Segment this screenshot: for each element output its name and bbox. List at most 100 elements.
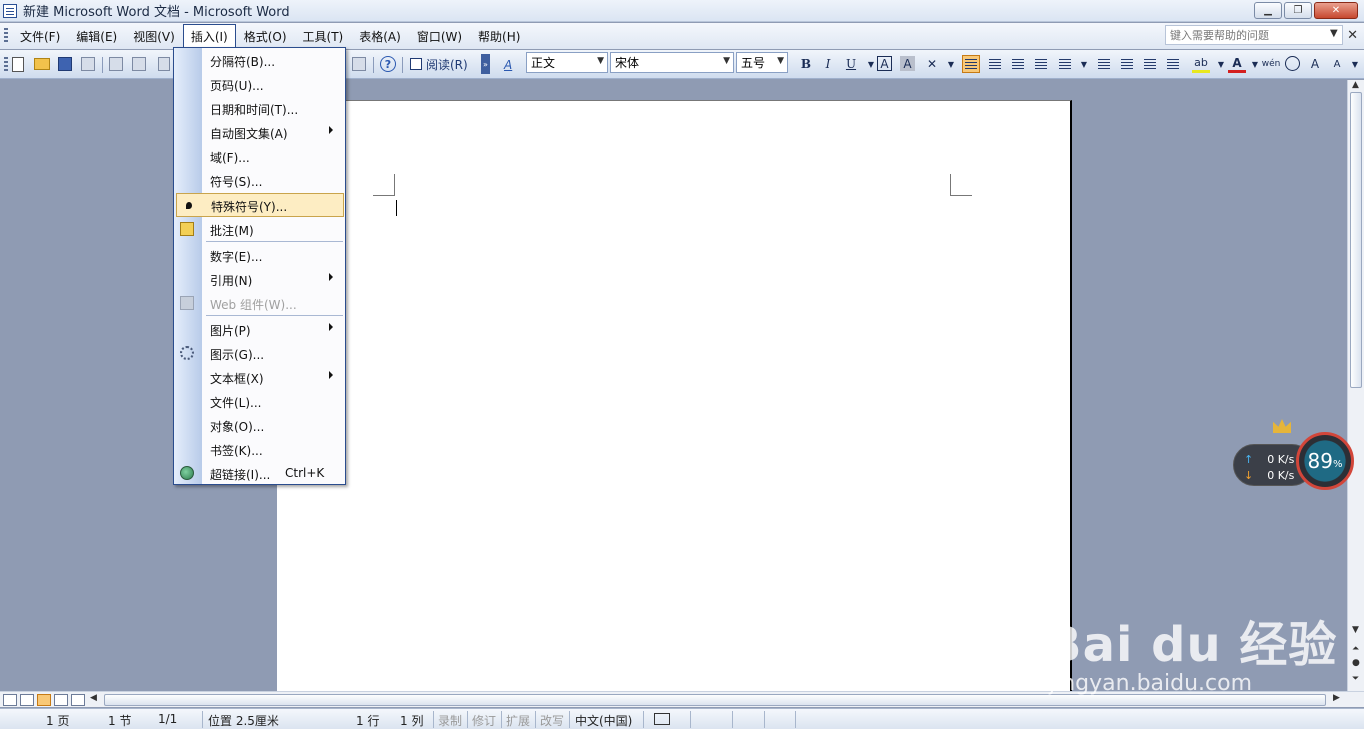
menu-view[interactable]: 视图(V) [125,24,183,49]
line-spacing-button[interactable] [1056,55,1074,73]
style-dropdown-arrow-icon[interactable]: ▼ [597,56,604,66]
permission-icon[interactable] [81,57,95,71]
char-shading-button[interactable]: A [900,56,915,71]
menu-item-object[interactable]: 对象(O)... [174,413,345,437]
read-mode-button[interactable]: 阅读(R) [426,55,468,74]
menu-item-field[interactable]: 域(F)... [174,144,345,168]
outline-view-icon[interactable] [54,693,68,706]
menu-item-comment[interactable]: 批注(M) [174,217,345,241]
line-spacing-dropdown-arrow-icon[interactable]: ▼ [1075,55,1093,73]
align-left-button[interactable] [962,55,980,73]
memory-usage-gauge[interactable]: 89% [1296,432,1354,490]
align-center-button[interactable] [986,55,1004,73]
font-size-dropdown-arrow-icon[interactable]: ▼ [777,56,784,66]
help-dropdown-arrow-icon[interactable]: ▼ [1330,28,1338,39]
menu-item-autotext[interactable]: 自动图文集(A) [174,120,345,144]
menu-edit[interactable]: 编辑(E) [68,24,125,49]
previous-page-icon[interactable]: ⏶ [1352,644,1359,654]
spelling-status-icon[interactable] [654,713,670,725]
grow-font-button[interactable]: A [1306,55,1324,73]
maximize-button[interactable]: ❐ [1284,2,1312,19]
enclose-char-icon[interactable] [1285,56,1300,71]
menu-item-bookmark[interactable]: 书签(K)... [174,437,345,461]
menu-format[interactable]: 格式(O) [236,24,295,49]
align-right-button[interactable] [1009,55,1027,73]
menu-item-picture[interactable]: 图片(P) [174,317,345,341]
char-scale-dropdown-arrow-icon[interactable]: ▼ [942,55,960,73]
web-view-icon[interactable] [20,693,34,706]
toolbar-overflow-icon[interactable]: ▼ [1350,55,1360,73]
insert-table-icon[interactable] [352,57,366,71]
numbering-button[interactable] [1095,55,1113,73]
style-combo[interactable]: 正文 ▼ [526,52,608,73]
menu-item-label: 域(F)... [210,151,250,165]
help-icon[interactable]: ? [380,56,396,72]
menu-file[interactable]: 文件(F) [12,24,68,49]
char-scale-icon[interactable]: ✕ [923,55,941,73]
vertical-scrollbar[interactable]: ▲ ▼ ⏶ ● ⏷ [1347,80,1364,691]
menu-table[interactable]: 表格(A) [351,24,409,49]
spelling-icon[interactable] [158,57,170,71]
read-mode-icon[interactable] [410,58,422,70]
browse-object-icon[interactable]: ● [1352,658,1360,668]
phonetic-guide-button[interactable]: wén [1262,55,1281,73]
menu-insert[interactable]: 插入(I) [182,23,236,49]
menu-item-reference[interactable]: 引用(N) [174,267,345,291]
scroll-up-arrow-icon[interactable]: ▲ [1352,80,1359,90]
justify-button[interactable] [1032,55,1050,73]
status-overtype[interactable]: 改写 [540,712,564,729]
new-document-icon[interactable] [12,57,24,72]
normal-view-icon[interactable] [3,693,17,706]
menu-item-date-time[interactable]: 日期和时间(T)... [174,96,345,120]
menubar-grip-handle[interactable] [4,28,8,44]
status-extend[interactable]: 扩展 [506,712,530,729]
menu-item-page-numbers[interactable]: 页码(U)... [174,72,345,96]
font-dropdown-arrow-icon[interactable]: ▼ [723,56,730,66]
word-app-icon[interactable] [3,3,17,18]
menu-item-special-symbol[interactable]: 特殊符号(Y)... [176,193,344,217]
print-preview-icon[interactable] [132,57,146,71]
italic-button[interactable]: I [819,55,837,73]
help-search-input[interactable]: 键入需要帮助的问题 [1165,25,1343,45]
menu-item-diagram[interactable]: 图示(G)... [174,341,345,365]
menu-tools[interactable]: 工具(T) [295,24,352,49]
menu-item-break[interactable]: 分隔符(B)... [174,48,345,72]
toolbar-grip-handle[interactable] [4,57,8,73]
document-close-button[interactable]: ✕ [1347,28,1358,43]
print-icon[interactable] [109,57,123,71]
scroll-down-arrow-icon[interactable]: ▼ [1352,625,1359,635]
bullets-button[interactable] [1118,55,1136,73]
open-folder-icon[interactable] [34,58,50,70]
menu-item-text-box[interactable]: 文本框(X) [174,365,345,389]
bold-button[interactable]: B [797,55,815,73]
font-combo[interactable]: 宋体 ▼ [610,52,734,73]
menu-item-number[interactable]: 数字(E)... [174,243,345,267]
menu-window[interactable]: 窗口(W) [409,24,470,49]
vertical-scroll-thumb[interactable] [1350,92,1362,388]
char-border-button[interactable]: A [877,56,892,71]
menu-item-symbol[interactable]: 符号(S)... [174,168,345,192]
font-color-button[interactable]: A [1228,55,1246,73]
scroll-left-arrow-icon[interactable]: ◀ [90,693,97,703]
status-record[interactable]: 录制 [438,712,462,729]
font-size-combo[interactable]: 五号 ▼ [736,52,788,73]
menu-item-hyperlink[interactable]: 超链接(I)... Ctrl+K [174,461,345,485]
decrease-indent-button[interactable] [1141,55,1159,73]
status-track-changes[interactable]: 修订 [472,712,496,729]
network-speed-widget[interactable]: 0 K/s 0 K/s 89% [1233,419,1354,490]
close-button[interactable]: ✕ [1314,2,1358,19]
next-page-icon[interactable]: ⏷ [1352,674,1359,684]
save-icon[interactable] [58,57,72,71]
menu-help[interactable]: 帮助(H) [470,24,528,49]
menu-item-file[interactable]: 文件(L)... [174,389,345,413]
minimize-button[interactable]: ▁ [1254,2,1282,19]
highlight-button[interactable]: ab [1192,55,1210,73]
toolbar-options-chevron-icon[interactable]: » [481,54,490,74]
styles-pane-icon[interactable]: A [504,55,512,74]
document-page[interactable] [277,100,1072,700]
reading-view-icon[interactable] [71,693,85,706]
print-layout-view-icon[interactable] [37,693,51,706]
increase-indent-button[interactable] [1164,55,1182,73]
underline-button[interactable]: U [842,55,860,73]
shrink-font-button[interactable]: A [1328,55,1346,73]
